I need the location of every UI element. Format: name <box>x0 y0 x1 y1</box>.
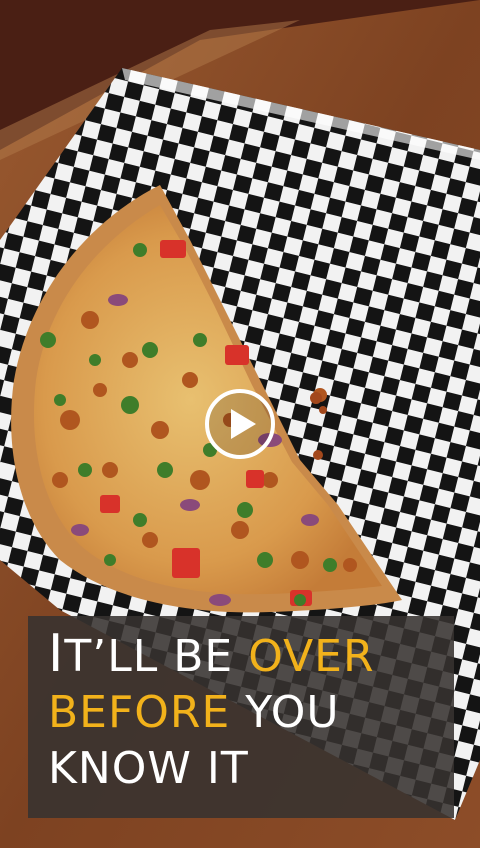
caption-initial: I <box>48 624 65 684</box>
video-frame[interactable]: It’ll be OVER BEFORE YOU KNOW IT <box>0 0 480 848</box>
caption-line-1-text: t’ll be <box>64 631 249 682</box>
caption-highlight-before: BEFORE <box>48 687 231 738</box>
play-button[interactable] <box>204 388 276 460</box>
caption-highlight-over: OVER <box>248 631 375 682</box>
caption-line-3: KNOW IT <box>48 743 249 794</box>
caption-overlay: It’ll be OVER BEFORE YOU KNOW IT <box>28 616 454 818</box>
caption-line-2: BEFORE YOU <box>48 685 436 741</box>
caption-line-2-text: YOU <box>230 687 340 738</box>
caption-line-1: It’ll be OVER <box>48 626 436 685</box>
